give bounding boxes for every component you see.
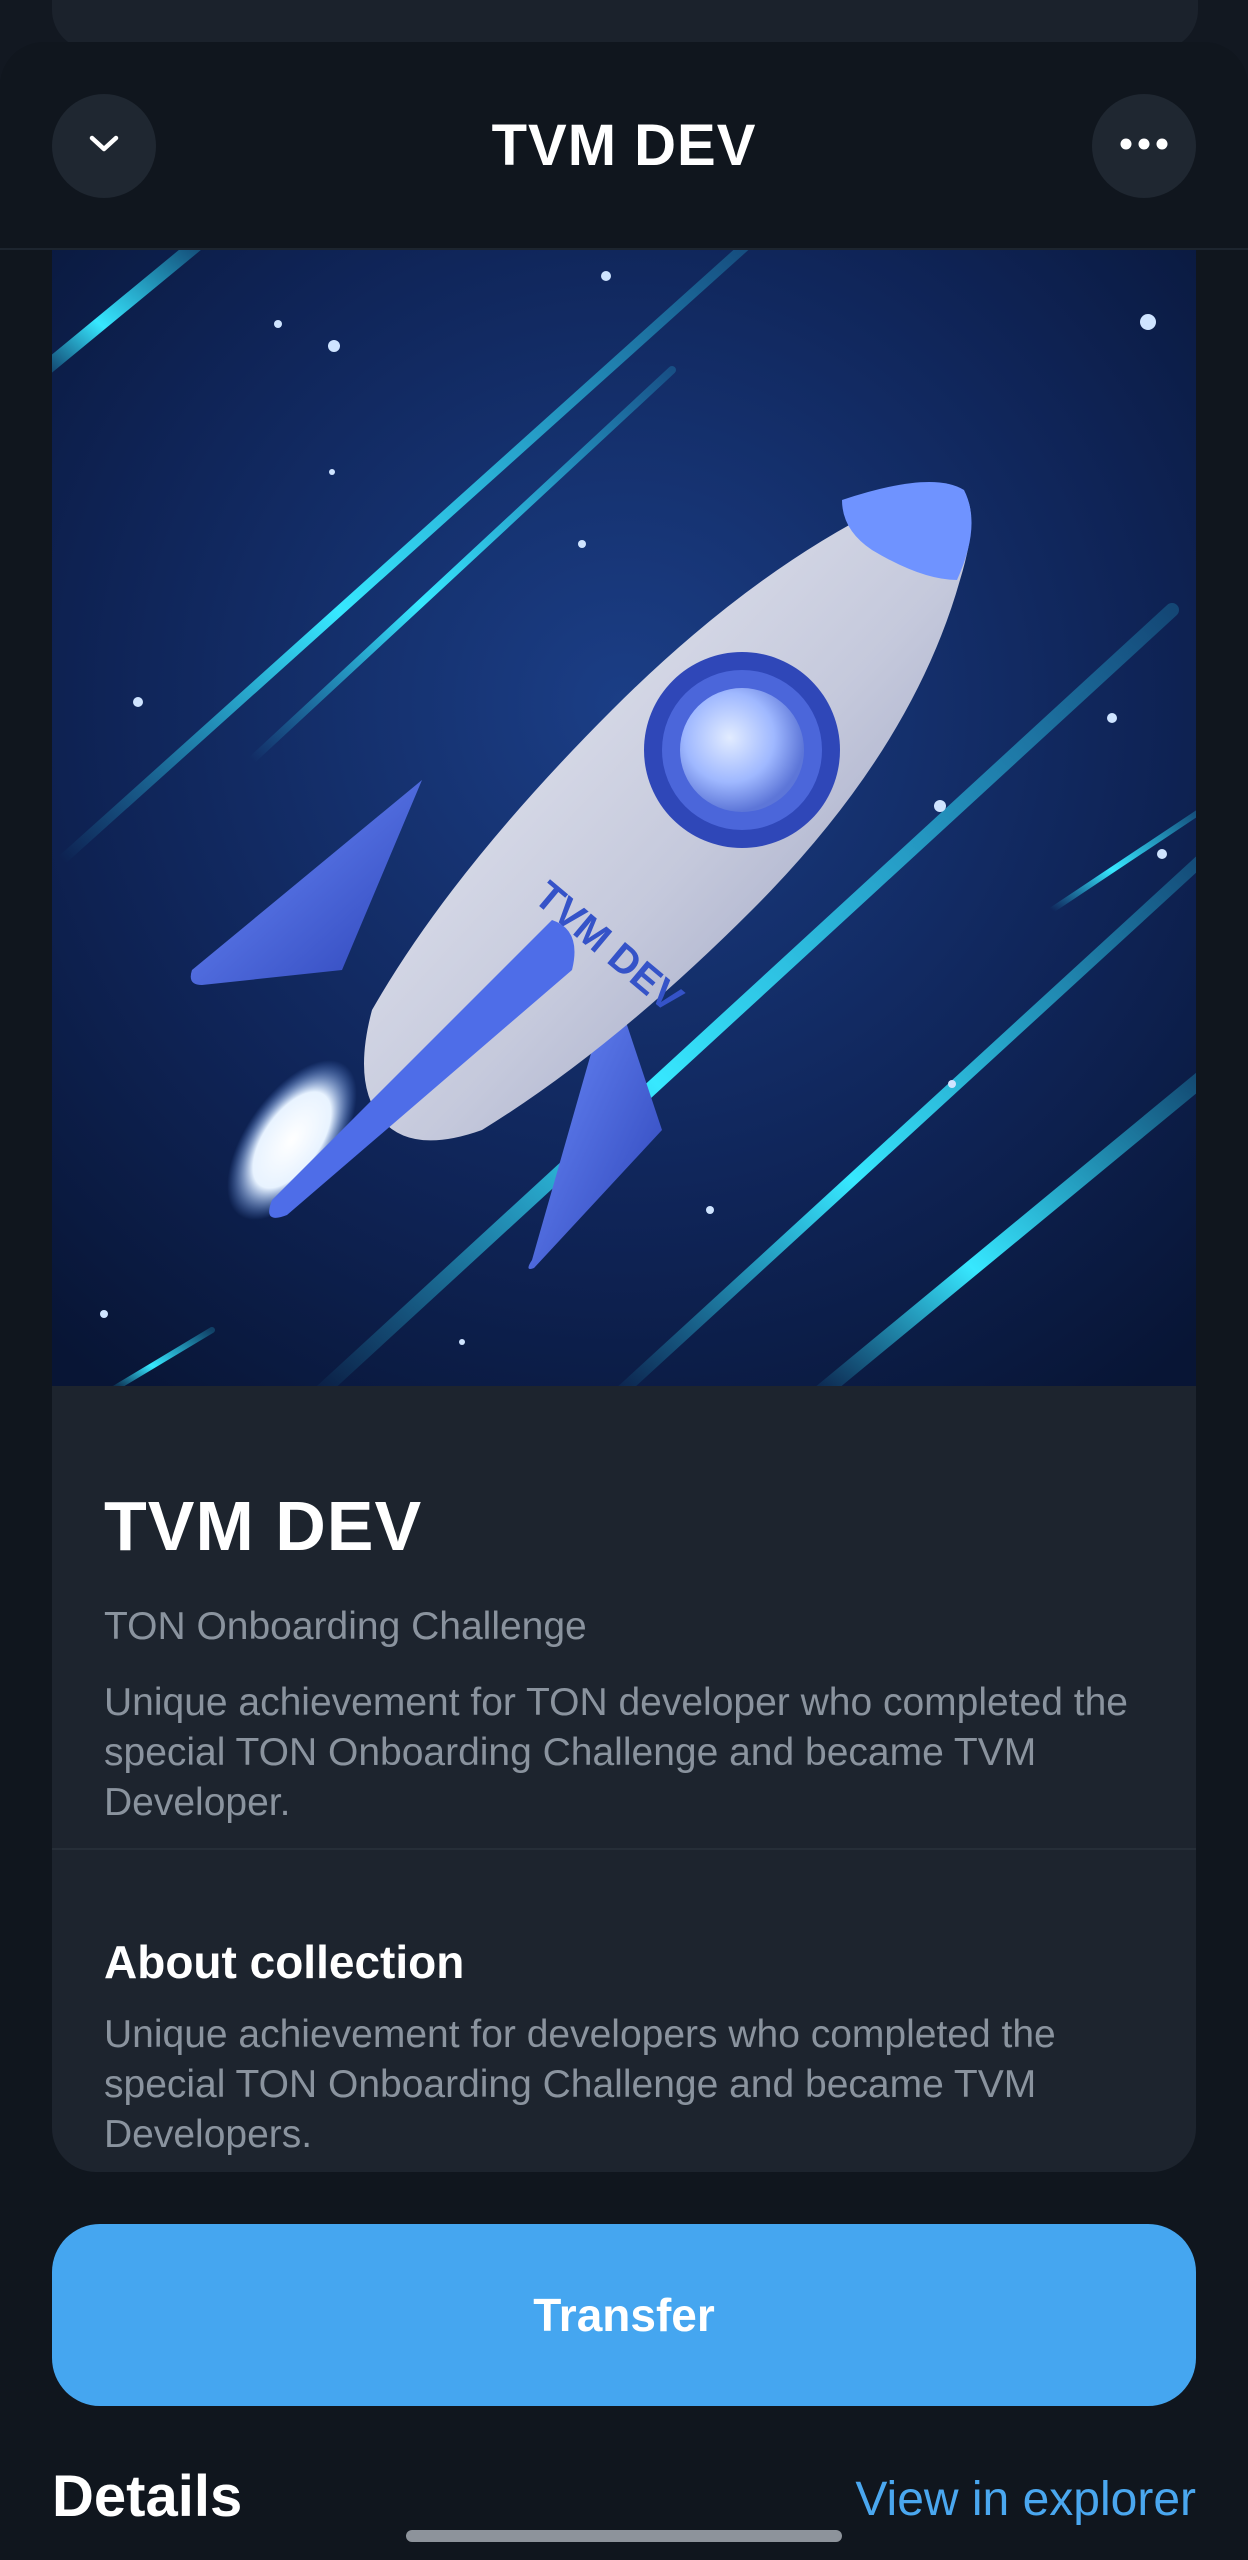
details-title: Details [52,2464,243,2529]
nft-image[interactable]: TVM DEV [52,250,1196,1408]
nft-detail-sheet: TVM DEV TVM DEV TVM DEV TON Onboarding C… [0,42,1248,2560]
more-horizontal-icon [1120,137,1168,155]
about-collection-description: Unique achievement for developers who co… [104,2013,1056,2156]
home-indicator [406,2530,842,2542]
nft-description: Unique achievement for TON developer who… [104,1681,1128,1824]
collection-name[interactable]: TON Onboarding Challenge [104,1602,587,1652]
nft-name: TVM DEV [104,1487,423,1565]
nft-card: TVM DEV TVM DEV TON Onboarding Challenge… [52,250,1196,2172]
page-title: TVM DEV [491,113,757,178]
header: TVM DEV [0,42,1248,250]
view-in-explorer-link[interactable]: View in explorer [855,2470,1196,2530]
transfer-button[interactable]: Transfer [52,2224,1196,2406]
about-collection-title: About collection [104,1936,465,1988]
divider [52,1848,1196,1850]
more-options-button[interactable] [1092,94,1196,198]
